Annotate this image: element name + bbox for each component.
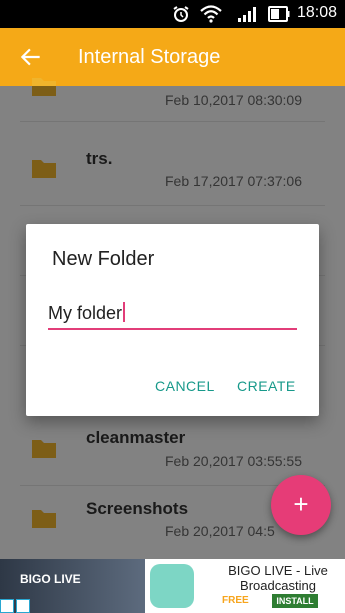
signal-icon bbox=[238, 7, 256, 22]
create-button[interactable]: CREATE bbox=[237, 378, 296, 394]
ad-brand-text: BIGO LIVE bbox=[20, 572, 81, 586]
add-fab-button[interactable]: + bbox=[271, 475, 331, 535]
dialog-title: New Folder bbox=[52, 248, 155, 270]
battery-icon bbox=[268, 6, 290, 22]
ad-close-icon[interactable] bbox=[16, 599, 30, 613]
folder-name-value: My folder bbox=[48, 303, 123, 323]
clock: 18:08 bbox=[296, 4, 337, 21]
cancel-button[interactable]: CANCEL bbox=[155, 378, 215, 394]
text-cursor bbox=[123, 302, 126, 322]
status-bar: 18:08 bbox=[0, 0, 345, 28]
ad-info-icon[interactable] bbox=[0, 599, 14, 613]
plus-icon: + bbox=[293, 489, 309, 519]
ad-free-label: FREE bbox=[222, 595, 249, 606]
alarm-icon bbox=[173, 6, 189, 22]
ad-banner[interactable]: BIGO LIVE BIGO LIVE - Live Broadcasting … bbox=[0, 559, 345, 613]
ad-title[interactable]: BIGO LIVE - Live Broadcasting bbox=[214, 563, 342, 593]
new-folder-dialog: New Folder My folder CANCEL CREATE bbox=[26, 224, 319, 416]
wifi-icon bbox=[200, 5, 222, 23]
ad-install-button[interactable]: INSTALL bbox=[272, 594, 318, 608]
ad-app-icon[interactable] bbox=[150, 564, 194, 608]
folder-name-input[interactable]: My folder bbox=[48, 302, 297, 330]
page-title: Internal Storage bbox=[78, 46, 221, 68]
arrow-back-icon[interactable] bbox=[18, 44, 44, 70]
